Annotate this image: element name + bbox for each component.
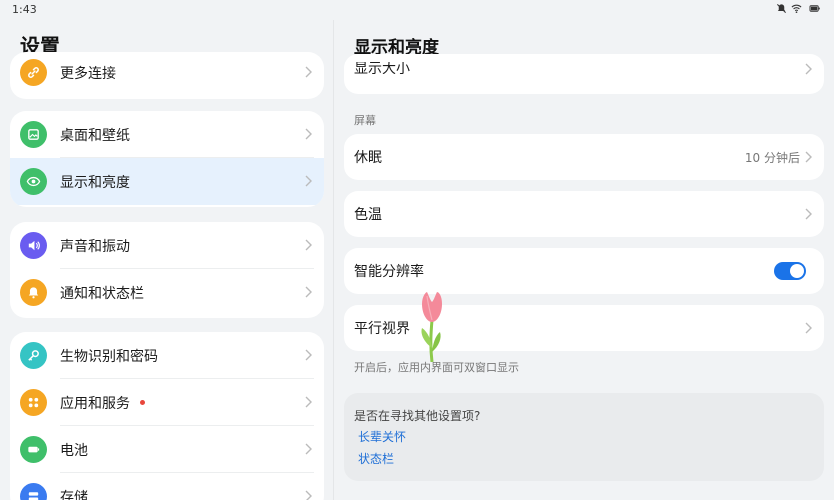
suggestion-card: 是否在寻找其他设置项? 长辈关怀 状态栏 — [344, 393, 824, 481]
sidebar-item-display-brightness[interactable]: 显示和亮度 — [10, 158, 324, 205]
setting-smart-resolution: 智能分辨率 — [344, 248, 824, 294]
settings-group: 桌面和壁纸 显示和亮度 — [10, 111, 324, 207]
chevron-right-icon — [305, 175, 312, 187]
bell-icon — [20, 279, 47, 306]
key-icon — [20, 342, 47, 369]
suggestion-link-status-bar[interactable]: 状态栏 — [358, 450, 394, 467]
suggestion-link-elder-care[interactable]: 长辈关怀 — [358, 428, 406, 445]
sidebar-item-label: 应用和服务 — [60, 395, 130, 412]
sidebar-item-label: 生物识别和密码 — [60, 348, 158, 365]
settings-group: 声音和振动 通知和状态栏 — [10, 222, 324, 318]
sidebar-item-storage[interactable]: 存储 — [10, 473, 324, 500]
toggle-knob — [790, 264, 804, 278]
tulip-sticker-icon — [421, 292, 442, 362]
sidebar-item-label: 桌面和壁纸 — [60, 127, 130, 144]
sidebar-item-label: 声音和振动 — [60, 238, 130, 255]
sidebar-item-label: 通知和状态栏 — [60, 285, 144, 302]
eye-icon — [20, 168, 47, 195]
chevron-right-icon — [305, 490, 312, 500]
setting-label: 智能分辨率 — [354, 264, 424, 280]
setting-label: 色温 — [354, 207, 382, 223]
sidebar-item-biometrics-password[interactable]: 生物识别和密码 — [10, 332, 324, 379]
chevron-right-icon — [305, 286, 312, 298]
sidebar-item-label: 更多连接 — [60, 65, 116, 82]
sidebar-item-label: 显示和亮度 — [60, 174, 130, 191]
sidebar-item-label: 存储 — [60, 489, 88, 500]
chevron-right-icon — [305, 396, 312, 408]
setting-label: 显示大小 — [354, 62, 410, 74]
sidebar-item-label: 电池 — [60, 442, 88, 459]
chevron-right-icon — [305, 443, 312, 455]
chevron-right-icon — [305, 239, 312, 251]
section-header-screen: 屏幕 — [354, 114, 376, 127]
sidebar-item-more-connections[interactable]: 更多连接 — [10, 52, 324, 96]
setting-label: 休眠 — [354, 150, 382, 166]
storage-icon — [20, 483, 47, 500]
wallpaper-icon — [20, 121, 47, 148]
setting-sleep[interactable]: 休眠 10 分钟后 — [344, 134, 824, 180]
chevron-right-icon — [805, 63, 812, 75]
chevron-right-icon — [805, 151, 812, 163]
chevron-right-icon — [305, 128, 312, 140]
chevron-right-icon — [805, 322, 812, 334]
chevron-right-icon — [305, 349, 312, 361]
smart-resolution-toggle[interactable] — [774, 262, 806, 280]
setting-color-temperature[interactable]: 色温 — [344, 191, 824, 237]
sidebar-item-battery[interactable]: 电池 — [10, 426, 324, 473]
notification-badge — [140, 400, 145, 405]
battery-icon — [20, 436, 47, 463]
settings-group: 更多连接 — [10, 52, 324, 99]
sidebar-item-apps-services[interactable]: 应用和服务 — [10, 379, 324, 426]
sidebar-item-sound-vibration[interactable]: 声音和振动 — [10, 222, 324, 269]
sidebar-item-desktop-wallpaper[interactable]: 桌面和壁纸 — [10, 111, 324, 158]
settings-sidebar: 设置 更多连接 桌面和壁纸 显示和亮度 声音和振动 通知和状态栏 生物识别和密码… — [0, 0, 334, 500]
settings-group: 生物识别和密码 应用和服务 电池 存储 — [10, 332, 324, 500]
setting-value: 10 分钟后 — [744, 150, 800, 165]
chevron-right-icon — [805, 208, 812, 220]
suggestion-question: 是否在寻找其他设置项? — [354, 409, 481, 423]
apps-icon — [20, 389, 47, 416]
speaker-icon — [20, 232, 47, 259]
setting-display-size[interactable]: 显示大小 — [344, 54, 824, 94]
chevron-right-icon — [305, 66, 312, 78]
display-brightness-panel: 显示和亮度 显示大小 屏幕 休眠 10 分钟后 色温 智能分辨率 平行视界 开启… — [334, 0, 834, 500]
setting-label: 平行视界 — [354, 321, 410, 337]
link-icon — [20, 59, 47, 86]
sidebar-item-notifications-statusbar[interactable]: 通知和状态栏 — [10, 269, 324, 316]
